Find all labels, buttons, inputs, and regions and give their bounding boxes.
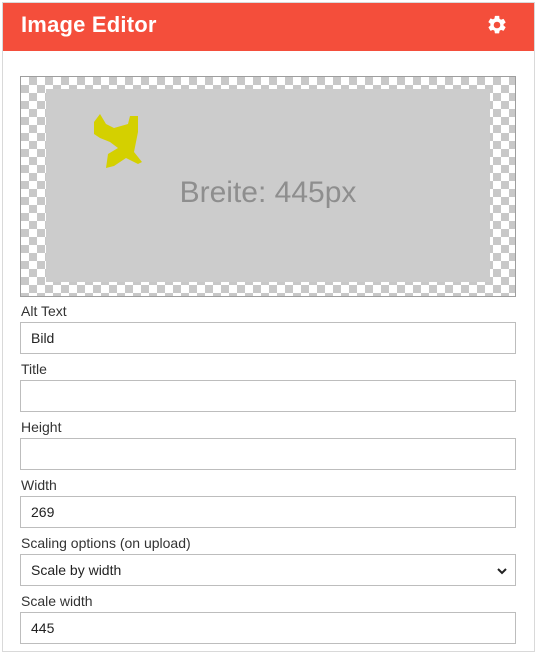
preview-image-area: Breite: 445px xyxy=(46,89,490,282)
preview-placeholder-text: Breite: 445px xyxy=(179,176,357,209)
alt-text-input[interactable] xyxy=(20,322,516,354)
gear-icon[interactable] xyxy=(486,14,508,36)
width-label: Width xyxy=(21,477,57,493)
chevron-down-icon xyxy=(497,568,507,575)
height-label: Height xyxy=(21,419,62,435)
width-input[interactable] xyxy=(20,496,516,528)
title-label: Title xyxy=(21,361,47,377)
image-editor-panel: Image Editor Breite: 445px Alt Text Titl… xyxy=(2,2,535,652)
preview-graphic xyxy=(94,114,142,168)
scale-width-input[interactable] xyxy=(20,612,516,644)
scaling-options-label: Scaling options (on upload) xyxy=(21,535,191,551)
height-input[interactable] xyxy=(20,438,516,470)
scaling-options-select[interactable]: Scale by width xyxy=(20,554,516,586)
scale-width-label: Scale width xyxy=(21,593,93,609)
alt-text-label: Alt Text xyxy=(21,303,67,319)
title-input[interactable] xyxy=(20,380,516,412)
scaling-selected-value: Scale by width xyxy=(31,562,122,578)
editor-title: Image Editor xyxy=(21,12,157,37)
editor-header: Image Editor xyxy=(3,3,534,51)
image-preview[interactable]: Breite: 445px xyxy=(20,76,516,297)
